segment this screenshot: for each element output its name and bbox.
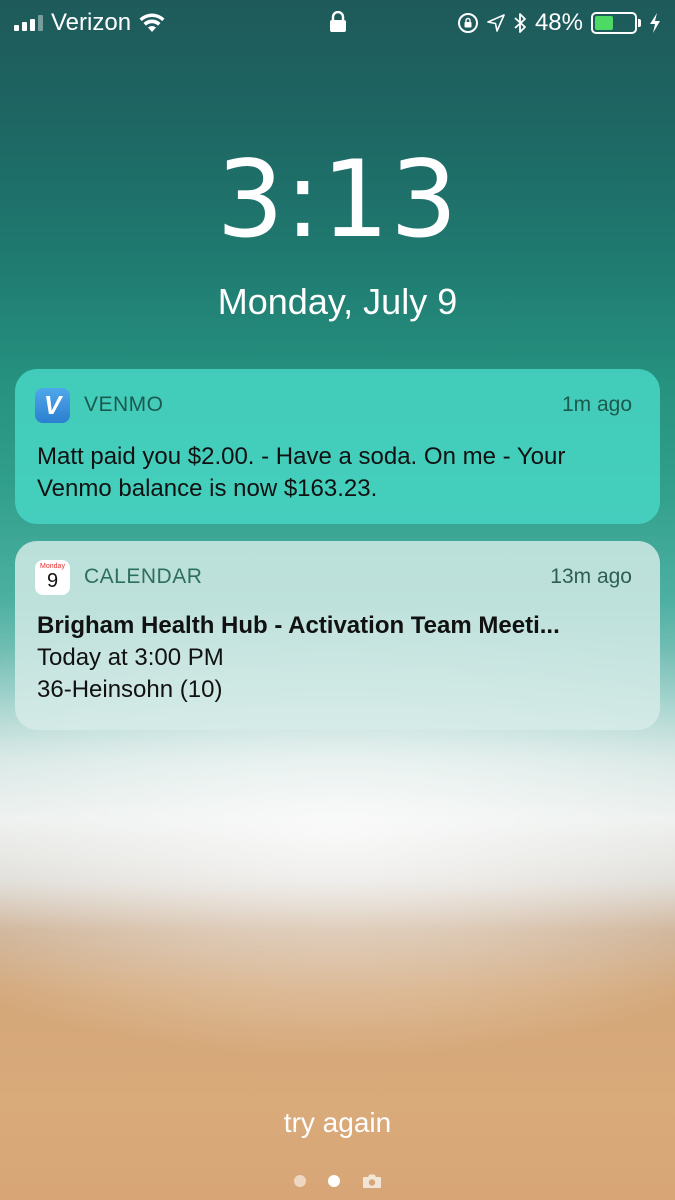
rotation-lock-icon [457,13,478,33]
notification-time: 1m ago [561,393,632,416]
status-left: Verizon [14,9,165,37]
event-time: Today at 3:00 PM [37,644,224,671]
carrier-name: Verizon [51,9,132,36]
bluetooth-icon [514,13,526,33]
notification-app-name: CALENDAR [84,565,203,588]
notification-venmo[interactable]: V VENMO 1m ago Matt paid you $2.00. - Ha… [15,369,660,524]
venmo-icon: V [35,387,70,423]
event-location: 36-Heinsohn (10) [37,676,223,703]
status-bar: Verizon 48% [0,0,675,46]
page-indicator[interactable] [0,1173,675,1189]
status-right: 48% [457,9,661,37]
lock-screen-time: 3:13 [216,138,459,261]
charging-icon [650,13,660,33]
signal-icon [14,15,43,31]
page-dot[interactable] [293,1175,306,1187]
notification-calendar[interactable]: Monday 9 CALENDAR 13m ago Brigham Health… [15,541,660,730]
try-again-hint: try again [283,1107,392,1138]
notification-time: 13m ago [550,565,632,588]
camera-icon[interactable] [362,1173,382,1189]
notification-header: V VENMO 1m ago [35,387,632,423]
notification-header: Monday 9 CALENDAR 13m ago [35,559,632,595]
wifi-icon [139,13,165,32]
lock-screen-date: Monday, July 9 [217,281,458,322]
calendar-icon: Monday 9 [35,559,70,595]
notification-message: Matt paid you $2.00. - Have a soda. On m… [37,443,566,502]
location-icon [487,14,505,32]
page-dot-active[interactable] [327,1175,340,1187]
battery-level [595,16,614,30]
lock-icon [329,11,346,32]
notification-app-name: VENMO [84,393,164,416]
battery-percent: 48% [534,9,583,36]
battery-icon [591,12,641,34]
event-title: Brigham Health Hub - Activation Team Mee… [37,612,560,639]
notification-body: Brigham Health Hub - Activation Team Mee… [37,610,638,706]
